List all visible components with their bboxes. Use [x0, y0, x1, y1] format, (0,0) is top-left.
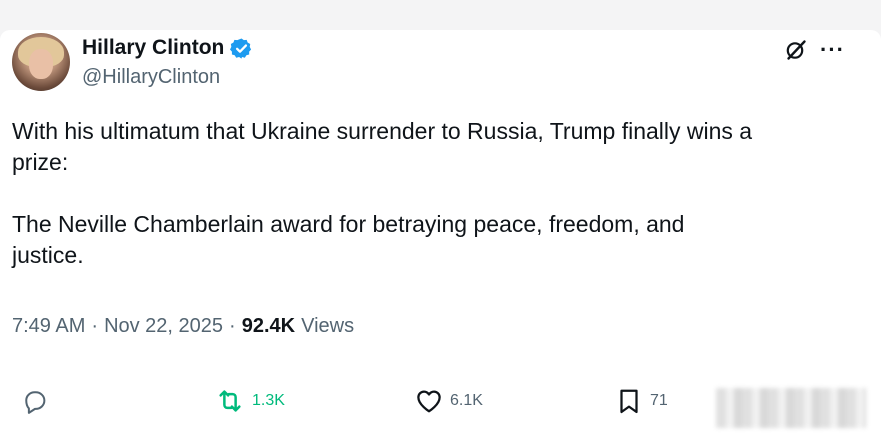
meta-separator: ·	[229, 315, 236, 337]
meta-separator: ·	[91, 315, 99, 337]
author-handle[interactable]: @HillaryClinton	[82, 66, 220, 89]
watermark-blur	[716, 388, 866, 428]
repost-icon	[219, 390, 241, 412]
reply-button[interactable]	[20, 386, 56, 416]
grok-icon[interactable]	[784, 38, 808, 62]
like-count: 6.1K	[450, 392, 483, 409]
repost-count: 1.3K	[252, 392, 285, 409]
heart-icon	[417, 390, 441, 413]
tweet-time[interactable]: 7:49 AM	[12, 315, 85, 338]
author-name-row: Hillary Clinton	[82, 36, 253, 60]
tweet-date[interactable]: Nov 22, 2025	[104, 315, 223, 338]
bookmark-icon	[620, 389, 638, 414]
reply-icon	[25, 391, 46, 414]
bookmark-button[interactable]: 71	[614, 386, 668, 416]
verified-badge-icon	[230, 37, 252, 59]
avatar[interactable]	[12, 33, 70, 91]
repost-button[interactable]: 1.3K	[214, 386, 285, 416]
views-label: Views	[301, 315, 355, 337]
tweet-card: Hillary Clinton @HillaryClinton ··· With…	[0, 30, 881, 439]
tweet-meta: 7:49 AM · Nov 22, 2025 · 92.4K Views	[12, 315, 354, 338]
views-count: 92.4K	[241, 315, 296, 337]
avatar-face	[29, 49, 53, 79]
more-options-icon[interactable]: ···	[820, 39, 845, 61]
header-actions: ···	[784, 38, 845, 62]
like-button[interactable]: 6.1K	[414, 386, 483, 416]
author-name[interactable]: Hillary Clinton	[82, 36, 224, 60]
tweet-text: With his ultimatum that Ukraine surrende…	[12, 118, 753, 268]
bookmark-count: 71	[650, 392, 668, 409]
